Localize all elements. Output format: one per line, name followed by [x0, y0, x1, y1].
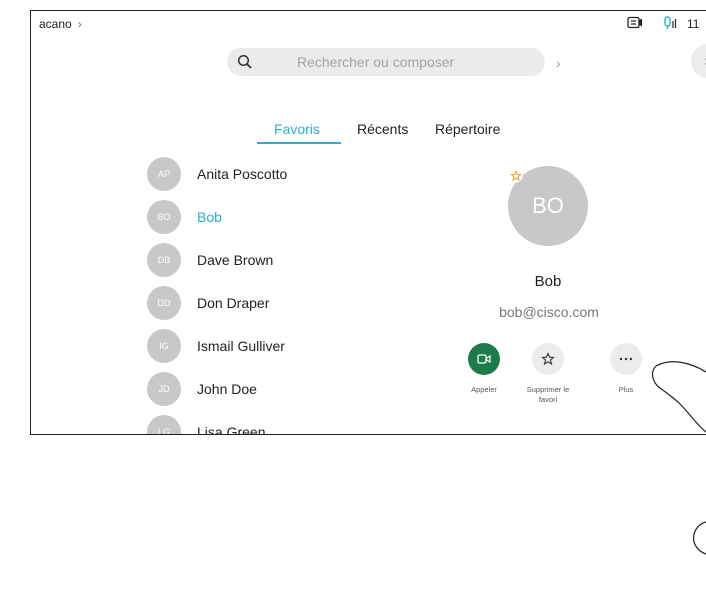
pointing-hand-icon: [651, 361, 706, 555]
